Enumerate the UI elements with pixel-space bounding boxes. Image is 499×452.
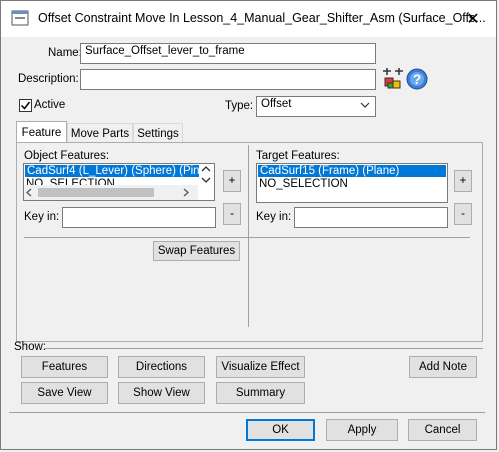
tab-feature[interactable]: Feature <box>16 121 67 143</box>
target-features-list[interactable]: CadSurf15 (Frame) (Plane) NO_SELECTION <box>256 163 448 203</box>
separator <box>24 237 470 238</box>
tab-move-parts-label: Move Parts <box>70 127 130 140</box>
active-label: Active <box>34 99 66 111</box>
show-directions-label: Directions <box>135 361 188 373</box>
minus-icon: - <box>461 208 465 220</box>
name-label: Name: <box>48 47 82 59</box>
object-features-label: Object Features: <box>24 150 110 162</box>
show-group-line <box>44 348 483 349</box>
panel-divider <box>248 145 249 327</box>
object-keyin-label: Key in: <box>24 211 60 223</box>
type-select-value: Offset <box>261 98 292 110</box>
list-item[interactable]: CadSurf15 (Frame) (Plane) <box>258 165 446 177</box>
swap-features-label: Swap Features <box>157 245 236 257</box>
visualize-effect-button[interactable]: Visualize Effect <box>216 356 305 378</box>
type-select[interactable]: Offset <box>256 96 376 117</box>
close-button[interactable]: ✕ <box>450 1 496 37</box>
list-item[interactable]: CadSurf4 (L_Lever) (Sphere) (Pin) <box>25 165 203 177</box>
tab-move-parts[interactable]: Move Parts <box>67 123 133 143</box>
chevron-up-down-icon <box>201 166 211 183</box>
object-list-hscroll[interactable] <box>24 185 198 200</box>
show-features-button[interactable]: Features <box>21 356 108 378</box>
description-label: Description: <box>18 73 79 85</box>
summary-button[interactable]: Summary <box>216 382 305 404</box>
apply-button[interactable]: Apply <box>326 419 398 441</box>
remove-target-feature-button[interactable]: - <box>454 203 472 225</box>
close-icon: ✕ <box>466 11 480 28</box>
app-icon <box>11 10 29 26</box>
show-view-button[interactable]: Show View <box>118 382 205 404</box>
chevron-down-icon <box>360 100 370 113</box>
cancel-button[interactable]: Cancel <box>408 419 477 441</box>
active-checkbox[interactable] <box>19 99 32 112</box>
summary-label: Summary <box>235 387 286 399</box>
footer-separator <box>9 412 485 413</box>
add-note-label: Add Note <box>419 361 467 373</box>
object-keyin-field[interactable] <box>62 207 216 228</box>
minus-icon: - <box>230 208 234 220</box>
plus-icon: + <box>459 175 467 187</box>
help-icon[interactable]: ? <box>406 68 428 90</box>
add-target-feature-button[interactable]: + <box>454 170 472 192</box>
svg-text:?: ? <box>413 71 422 87</box>
apply-label: Apply <box>347 424 377 436</box>
add-note-button[interactable]: Add Note <box>409 356 477 378</box>
ok-button[interactable]: OK <box>246 419 315 441</box>
target-keyin-field[interactable] <box>294 207 448 228</box>
show-view-label: Show View <box>133 387 190 399</box>
description-field[interactable] <box>80 69 376 90</box>
add-object-feature-button[interactable]: + <box>223 170 241 192</box>
plus-icon: + <box>228 175 236 187</box>
swap-features-button[interactable]: Swap Features <box>153 241 240 261</box>
checkmark-icon <box>20 101 31 110</box>
cancel-label: Cancel <box>424 424 461 436</box>
tab-settings[interactable]: Settings <box>133 123 183 143</box>
type-label: Type: <box>225 100 254 112</box>
tab-feature-label: Feature <box>21 126 62 139</box>
ok-label: OK <box>272 424 289 436</box>
visualize-effect-label: Visualize Effect <box>221 361 300 373</box>
show-label: Show: <box>14 341 46 353</box>
remove-object-feature-button[interactable]: - <box>223 203 241 225</box>
tab-settings-label: Settings <box>137 127 179 140</box>
target-features-label: Target Features: <box>256 150 340 162</box>
target-keyin-label: Key in: <box>256 211 292 223</box>
list-item[interactable]: NO_SELECTION <box>257 178 447 190</box>
save-view-button[interactable]: Save View <box>21 382 108 404</box>
window-title: Offset Constraint Move In Lesson_4_Manua… <box>38 11 486 25</box>
name-field[interactable]: Surface_Offset_lever_to_frame <box>80 43 376 64</box>
show-directions-button[interactable]: Directions <box>118 356 205 378</box>
pick-feature-icon[interactable] <box>381 68 405 90</box>
save-view-label: Save View <box>37 387 92 399</box>
object-list-spin[interactable] <box>199 164 213 186</box>
show-features-label: Features <box>41 361 88 373</box>
